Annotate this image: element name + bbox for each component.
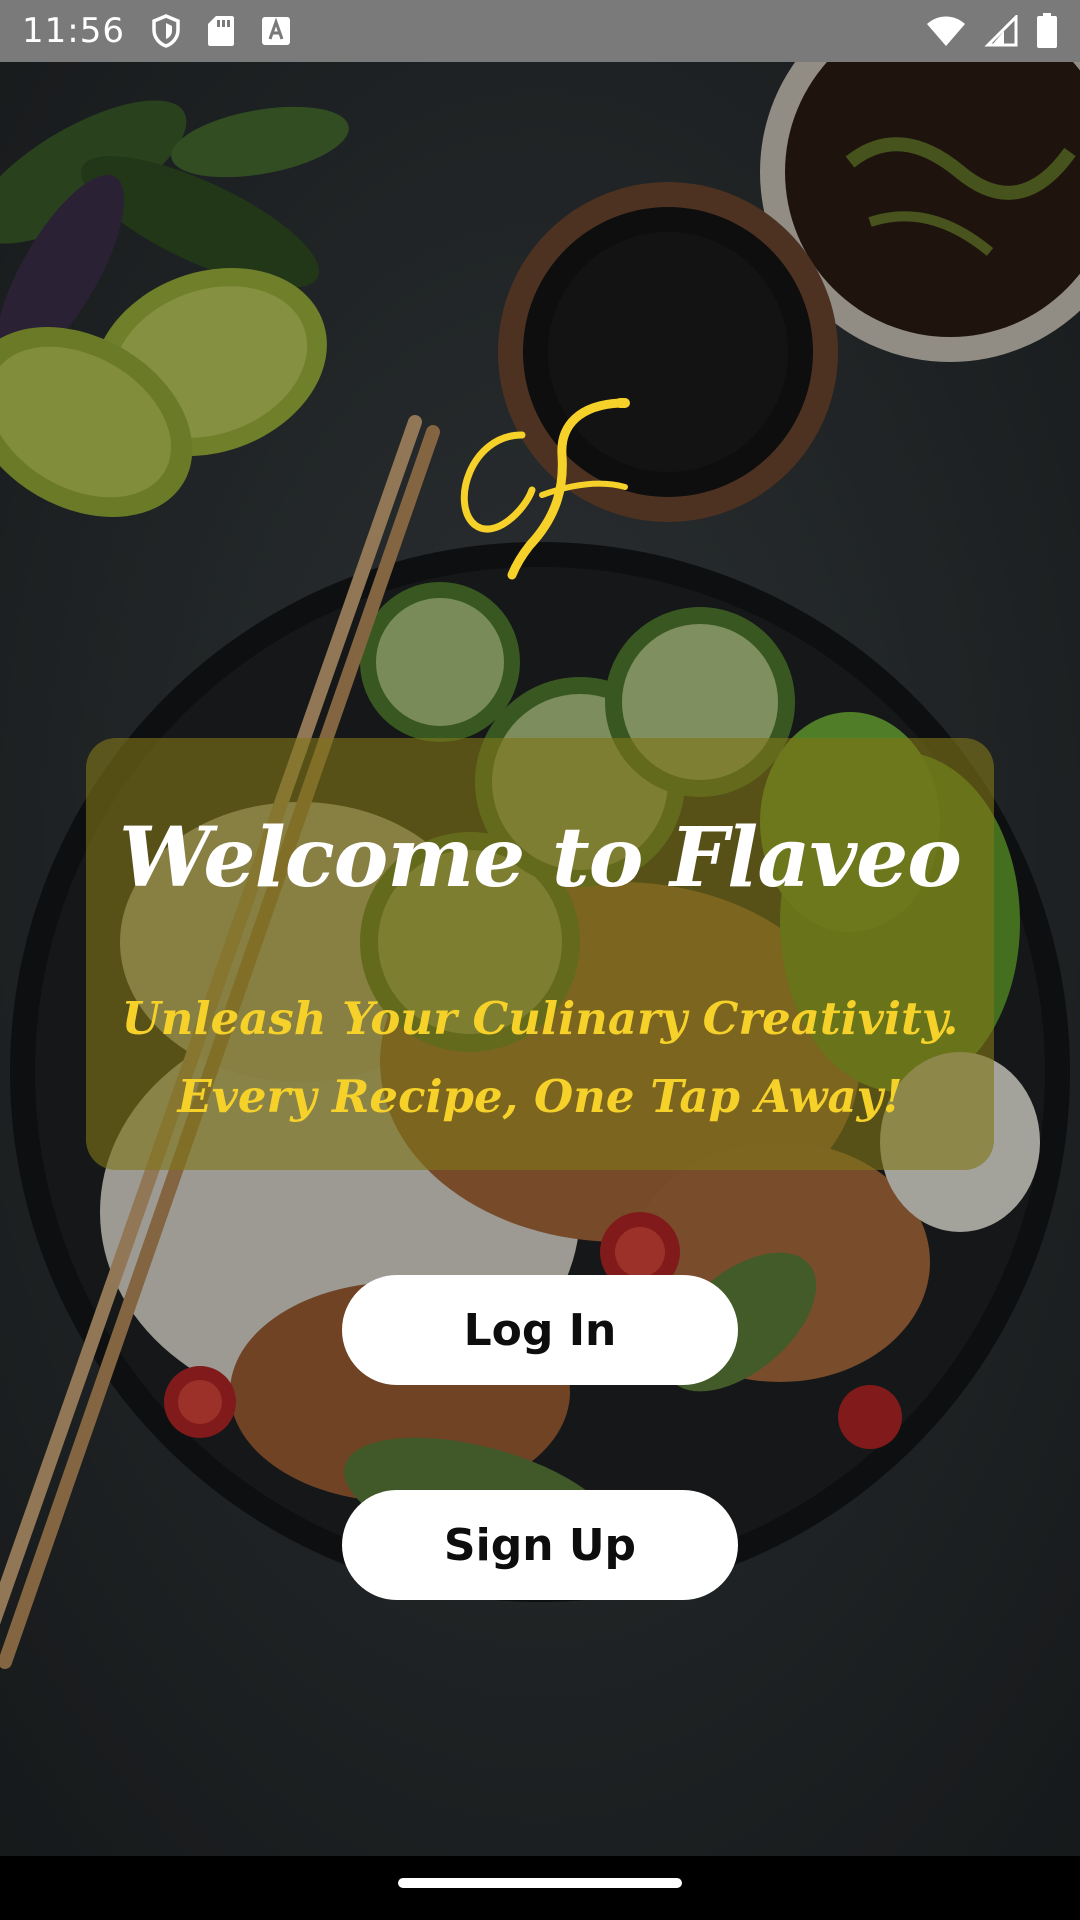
welcome-tagline: Unleash Your Culinary Creativity. Every … — [86, 980, 994, 1136]
welcome-card: Welcome to Flaveo Unleash Your Culinary … — [86, 738, 994, 1170]
status-bar: 11:56 — [0, 0, 1080, 62]
battery-icon — [1036, 13, 1058, 49]
font-download-icon — [261, 16, 291, 46]
shield-icon — [151, 14, 181, 48]
welcome-title: Welcome to Flaveo — [119, 810, 962, 906]
signup-button-label: Sign Up — [443, 1519, 637, 1571]
brand-logo-icon — [450, 395, 630, 605]
login-button-label: Log In — [463, 1304, 617, 1356]
tagline-line-2: Every Recipe, One Tap Away! — [177, 1070, 903, 1123]
cellular-signal-icon — [984, 15, 1018, 47]
tagline-line-1: Unleash Your Culinary Creativity. — [121, 992, 959, 1045]
wifi-icon — [926, 15, 966, 47]
status-time: 11:56 — [22, 11, 125, 51]
login-button[interactable]: Log In — [342, 1275, 738, 1385]
status-right-group — [926, 13, 1058, 49]
sd-card-icon — [207, 14, 235, 48]
status-left-group: 11:56 — [22, 11, 291, 51]
signup-button[interactable]: Sign Up — [342, 1490, 738, 1600]
home-indicator[interactable] — [398, 1878, 682, 1888]
navigation-bar — [0, 1856, 1080, 1920]
